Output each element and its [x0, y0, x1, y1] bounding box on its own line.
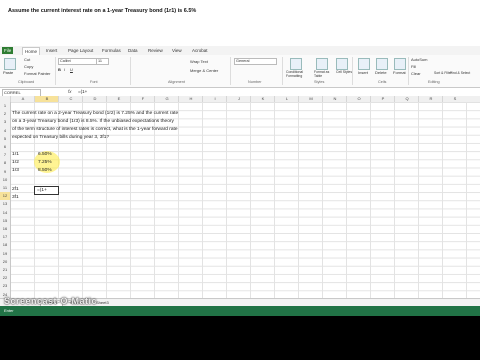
bold-button[interactable]: B: [58, 67, 61, 72]
row-header[interactable]: 17: [0, 233, 10, 241]
editing-group-label: Editing: [428, 80, 440, 84]
row-header[interactable]: 15: [0, 217, 10, 225]
divider: [130, 57, 131, 85]
insert-cells-icon[interactable]: [358, 58, 370, 70]
number-format-select[interactable]: General: [234, 58, 277, 65]
question-area: Assume the current interest rate on a 1-…: [0, 0, 480, 46]
row-header-column: 1 2 3 4 5 6 7 8 9 10 11 12 13 14 15 16 1…: [0, 102, 11, 298]
question-title: Assume the current interest rate on a 1-…: [8, 8, 197, 14]
fill-button[interactable]: Fill: [411, 64, 416, 69]
row-header[interactable]: 19: [0, 250, 10, 258]
format-as-table-icon[interactable]: [316, 58, 328, 70]
tab-view[interactable]: View: [170, 47, 184, 54]
italic-button[interactable]: I: [64, 67, 65, 72]
paste-button[interactable]: Paste: [3, 70, 13, 75]
divider: [352, 57, 353, 85]
row-header[interactable]: 7: [0, 151, 10, 159]
row-header[interactable]: 10: [0, 176, 10, 184]
row-header[interactable]: 2: [0, 110, 10, 118]
row-header[interactable]: 13: [0, 200, 10, 208]
cell-a12[interactable]: 2f1: [12, 187, 19, 192]
number-group-label: Number: [248, 80, 262, 84]
cell-styles-icon[interactable]: [336, 58, 348, 70]
row-header[interactable]: 6: [0, 143, 10, 151]
paste-icon[interactable]: [4, 58, 16, 70]
tab-acrobat[interactable]: Acrobat: [190, 47, 210, 54]
row-header[interactable]: 12: [0, 192, 10, 201]
insert-cells-button[interactable]: Insert: [358, 70, 368, 75]
watermark: Screencast-O-Matic: [4, 296, 98, 306]
row-header[interactable]: 5: [0, 135, 10, 143]
cell-b8[interactable]: 7.25%: [38, 160, 52, 165]
cell-a8[interactable]: 1r2: [12, 160, 19, 165]
excel-window: Assume the current interest rate on a 1-…: [0, 0, 480, 316]
ribbon: Paste Cut Copy Format Painter Clipboard …: [0, 55, 480, 88]
question-line: on a 3-year Treasury bond (1r3) is 8.5%.…: [12, 119, 174, 124]
divider: [408, 57, 409, 85]
find-select-button[interactable]: Find & Select: [450, 71, 470, 75]
tab-insert[interactable]: Insert: [44, 47, 59, 54]
tab-review[interactable]: Review: [146, 47, 165, 54]
conditional-formatting-button[interactable]: Conditional Formatting: [286, 70, 312, 78]
cell-styles-button[interactable]: Cell Styles: [336, 70, 352, 74]
tab-home[interactable]: Home: [22, 47, 41, 55]
fx-icon[interactable]: fx: [68, 89, 72, 94]
tab-data[interactable]: Data: [126, 47, 140, 54]
row-header[interactable]: 16: [0, 225, 10, 233]
cell-a9[interactable]: 1r3: [12, 168, 19, 173]
formula-input[interactable]: =(1+: [78, 89, 87, 94]
status-bar: Enter: [0, 306, 480, 316]
font-size-select[interactable]: 11: [96, 58, 109, 65]
status-mode: Enter: [4, 308, 14, 313]
row-header[interactable]: 20: [0, 258, 10, 266]
cut-button[interactable]: Cut: [24, 57, 30, 62]
format-as-table-button[interactable]: Format as Table: [314, 70, 332, 78]
row-header[interactable]: 4: [0, 127, 10, 135]
row-header[interactable]: 11: [0, 184, 10, 192]
row-header[interactable]: 14: [0, 209, 10, 217]
conditional-formatting-icon[interactable]: [290, 58, 302, 70]
alignment-group-label: Alignment: [168, 80, 185, 84]
row-header[interactable]: 9: [0, 168, 10, 176]
font-group-label: Font: [90, 80, 98, 84]
autosum-button[interactable]: AutoSum: [411, 57, 427, 62]
format-painter-button[interactable]: Format Painter: [24, 71, 50, 76]
tab-page-layout[interactable]: Page Layout: [66, 47, 95, 54]
font-name-select[interactable]: Calibri: [58, 58, 97, 65]
cell-b7[interactable]: 6.50%: [38, 152, 52, 157]
row-header[interactable]: 21: [0, 266, 10, 274]
divider: [282, 57, 283, 85]
format-cells-button[interactable]: Format: [393, 70, 406, 75]
row-header[interactable]: 8: [0, 159, 10, 167]
delete-cells-icon[interactable]: [376, 58, 388, 70]
cell-b9[interactable]: 8.50%: [38, 168, 52, 173]
copy-button[interactable]: Copy: [24, 64, 33, 69]
merge-center-button[interactable]: Merge & Center: [190, 68, 218, 73]
tab-formulas[interactable]: Formulas: [100, 47, 123, 54]
clear-button[interactable]: Clear: [411, 71, 421, 76]
question-line: expected on Treasury bills during year 3…: [12, 135, 110, 140]
active-cell-b12[interactable]: =(1+: [34, 186, 59, 195]
wrap-text-button[interactable]: Wrap Text: [190, 59, 208, 64]
row-header[interactable]: 18: [0, 241, 10, 249]
question-line: The current rate on a 2-year Treasury bo…: [12, 111, 179, 116]
row-header[interactable]: 22: [0, 274, 10, 282]
cell-a7[interactable]: 1r1: [12, 152, 19, 157]
clipboard-group-label: Clipboard: [18, 80, 35, 84]
row-header[interactable]: 23: [0, 282, 10, 290]
underline-button[interactable]: U: [70, 67, 73, 72]
cells-group-label: Cells: [378, 80, 387, 84]
format-cells-icon[interactable]: [394, 58, 406, 70]
tab-file[interactable]: File: [2, 47, 14, 54]
row-header[interactable]: 1: [0, 102, 10, 110]
divider: [55, 57, 56, 85]
divider: [230, 57, 231, 85]
cell-a13[interactable]: 3f1: [12, 195, 19, 200]
row-header[interactable]: 3: [0, 118, 10, 126]
styles-group-label: Styles: [314, 80, 325, 84]
active-cell-text: =(1+: [37, 188, 47, 193]
question-line: of the term structure of interest rates …: [12, 127, 178, 132]
delete-cells-button[interactable]: Delete: [375, 70, 387, 75]
